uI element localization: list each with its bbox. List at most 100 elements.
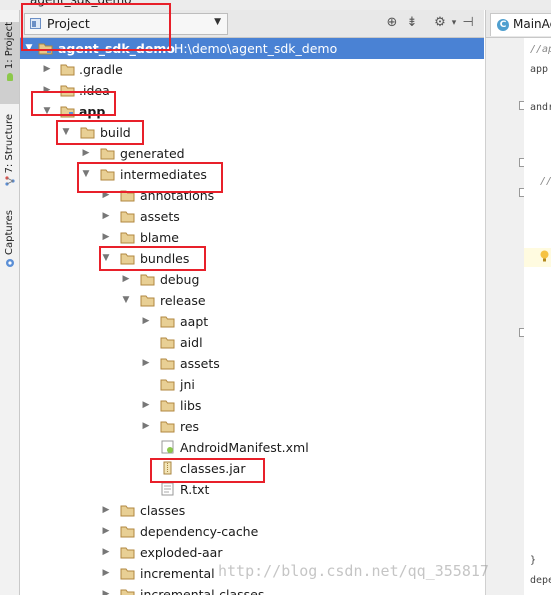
tree-item[interactable]: ▶ .gradle [20, 59, 484, 80]
tree-item[interactable]: ▼ build [20, 122, 484, 143]
text-file-icon [161, 482, 174, 496]
tree-item-label: aidl [180, 335, 203, 350]
tree-item[interactable]: ▼ release [20, 290, 484, 311]
tree-item-label: app [79, 104, 106, 119]
tree-item[interactable]: ▶ assets [20, 206, 484, 227]
tab-project[interactable]: 1: Project [0, 22, 19, 104]
expand-arrow-icon[interactable]: ▼ [42, 106, 52, 116]
collapse-all-icon[interactable]: ⇟ [404, 15, 420, 31]
expand-arrow-icon[interactable]: ▼ [121, 295, 131, 305]
tree-item[interactable]: ▶ classes [20, 500, 484, 521]
collapse-arrow-icon[interactable]: ▶ [121, 274, 131, 284]
folder-icon [120, 190, 135, 202]
tree-item[interactable]: R.txt [20, 479, 484, 500]
tree-item[interactable]: ▶ incremental-classes [20, 584, 484, 595]
collapse-arrow-icon[interactable]: ▶ [101, 589, 111, 595]
code-editor[interactable]: //ap app andr // } depe [524, 38, 551, 595]
expand-arrow-icon[interactable]: ▼ [101, 253, 111, 263]
tree-item[interactable]: ▶ generated [20, 143, 484, 164]
collapse-arrow-icon[interactable]: ▶ [42, 64, 52, 74]
project-view-label: Project [47, 16, 90, 31]
folder-icon [140, 295, 155, 307]
tree-item-label: libs [180, 398, 202, 413]
tree-item[interactable]: ▶ blame [20, 227, 484, 248]
expand-arrow-icon[interactable]: ▼ [81, 169, 91, 179]
collapse-arrow-icon[interactable]: ▶ [101, 232, 111, 242]
collapse-arrow-icon[interactable]: ▶ [141, 316, 151, 326]
root-project-path: H:\demo\agent_sdk_demo [174, 41, 338, 56]
editor-tab-bar: C MainAc [485, 10, 551, 38]
collapse-arrow-icon[interactable]: ▶ [101, 526, 111, 536]
tree-item[interactable]: ▶ res [20, 416, 484, 437]
tree-item-label: R.txt [180, 482, 210, 497]
tree-item[interactable]: ▼ intermediates [20, 164, 484, 185]
tree-item[interactable]: classes.jar [20, 458, 484, 479]
collapse-arrow-icon[interactable]: ▶ [101, 190, 111, 200]
tree-item-label: intermediates [120, 167, 207, 182]
tree-item-label: incremental [140, 566, 215, 581]
collapse-arrow-icon[interactable]: ▶ [101, 568, 111, 578]
tree-item[interactable]: jni [20, 374, 484, 395]
tree-item[interactable]: AndroidManifest.xml [20, 437, 484, 458]
folder-icon [160, 379, 175, 391]
tree-item[interactable]: ▶ aapt [20, 311, 484, 332]
tree-item[interactable]: ▶ dependency-cache [20, 521, 484, 542]
folder-icon [60, 85, 75, 97]
project-panel: Project ▼ ⊕ ⇟ ⚙ ▾ ⊣ ▼ agent_sdk_demo H:\… [20, 10, 484, 595]
class-c-icon: C [497, 19, 509, 31]
folder-icon [120, 505, 135, 517]
collapse-arrow-icon[interactable]: ▶ [101, 211, 111, 221]
folder-icon [160, 337, 175, 349]
collapse-arrow-icon[interactable]: ▶ [101, 547, 111, 557]
folder-icon [120, 568, 135, 580]
tree-item[interactable]: ▶ debug [20, 269, 484, 290]
tree-root-row[interactable]: ▼ agent_sdk_demo H:\demo\agent_sdk_demo [20, 38, 484, 59]
captures-tab-label: Captures [4, 210, 15, 255]
tree-item-label: incremental-classes [140, 587, 265, 595]
captures-tab-icon [5, 258, 14, 267]
lightbulb-icon[interactable] [540, 250, 549, 262]
root-project-label: agent_sdk_demo [58, 41, 175, 56]
tree-item[interactable]: ▼ bundles [20, 248, 484, 269]
tab-structure[interactable]: 7: Structure [0, 114, 19, 194]
tree-item-label: classes [140, 503, 186, 518]
tree-item[interactable]: ▶ libs [20, 395, 484, 416]
collapse-arrow-icon[interactable]: ▶ [141, 358, 151, 368]
collapse-arrow-icon[interactable]: ▶ [42, 85, 52, 95]
folder-icon [100, 148, 115, 160]
tab-captures[interactable]: Captures [0, 210, 19, 278]
expand-arrow-icon[interactable]: ▼ [24, 43, 34, 53]
tree-item-label: build [100, 125, 131, 140]
code-line: depe [530, 575, 551, 586]
sync-icon[interactable]: ⊕ [384, 15, 400, 31]
hide-panel-icon[interactable]: ⊣ [460, 15, 476, 31]
collapse-arrow-icon[interactable]: ▶ [101, 505, 111, 515]
tree-item[interactable]: ▶ annotations [20, 185, 484, 206]
folder-icon [120, 253, 135, 265]
tree-item-label: generated [120, 146, 185, 161]
folder-icon [160, 316, 175, 328]
collapse-arrow-icon[interactable]: ▶ [141, 400, 151, 410]
folder-icon [120, 232, 135, 244]
collapse-arrow-icon[interactable]: ▶ [141, 421, 151, 431]
project-view-selector[interactable]: Project ▼ [24, 13, 228, 35]
folder-icon [120, 589, 135, 595]
editor-tab-label: MainAc [513, 17, 551, 31]
tree-item[interactable]: ▼ app [20, 101, 484, 122]
collapse-arrow-icon[interactable]: ▶ [81, 148, 91, 158]
tree-item[interactable]: ▶ assets [20, 353, 484, 374]
expand-arrow-icon[interactable]: ▼ [61, 127, 71, 137]
tree-item[interactable]: ▶ .idea [20, 80, 484, 101]
tree-item[interactable]: aidl [20, 332, 484, 353]
folder-icon [60, 64, 75, 76]
project-panel-header: Project ▼ ⊕ ⇟ ⚙ ▾ ⊣ [20, 10, 484, 38]
tree-item-label: bundles [140, 251, 190, 266]
tree-item[interactable]: ▶ exploded-aar [20, 542, 484, 563]
left-tool-window-bar: 1: Project 7: Structure Captures [0, 10, 20, 595]
folder-icon [160, 421, 175, 433]
tree-item-label: assets [180, 356, 220, 371]
project-tree: ▼ agent_sdk_demo H:\demo\agent_sdk_demo … [20, 38, 484, 595]
tree-item-label: classes.jar [180, 461, 246, 476]
editor-tab-mainactivity[interactable]: C MainAc [490, 13, 551, 36]
code-line: //ap [530, 44, 551, 55]
